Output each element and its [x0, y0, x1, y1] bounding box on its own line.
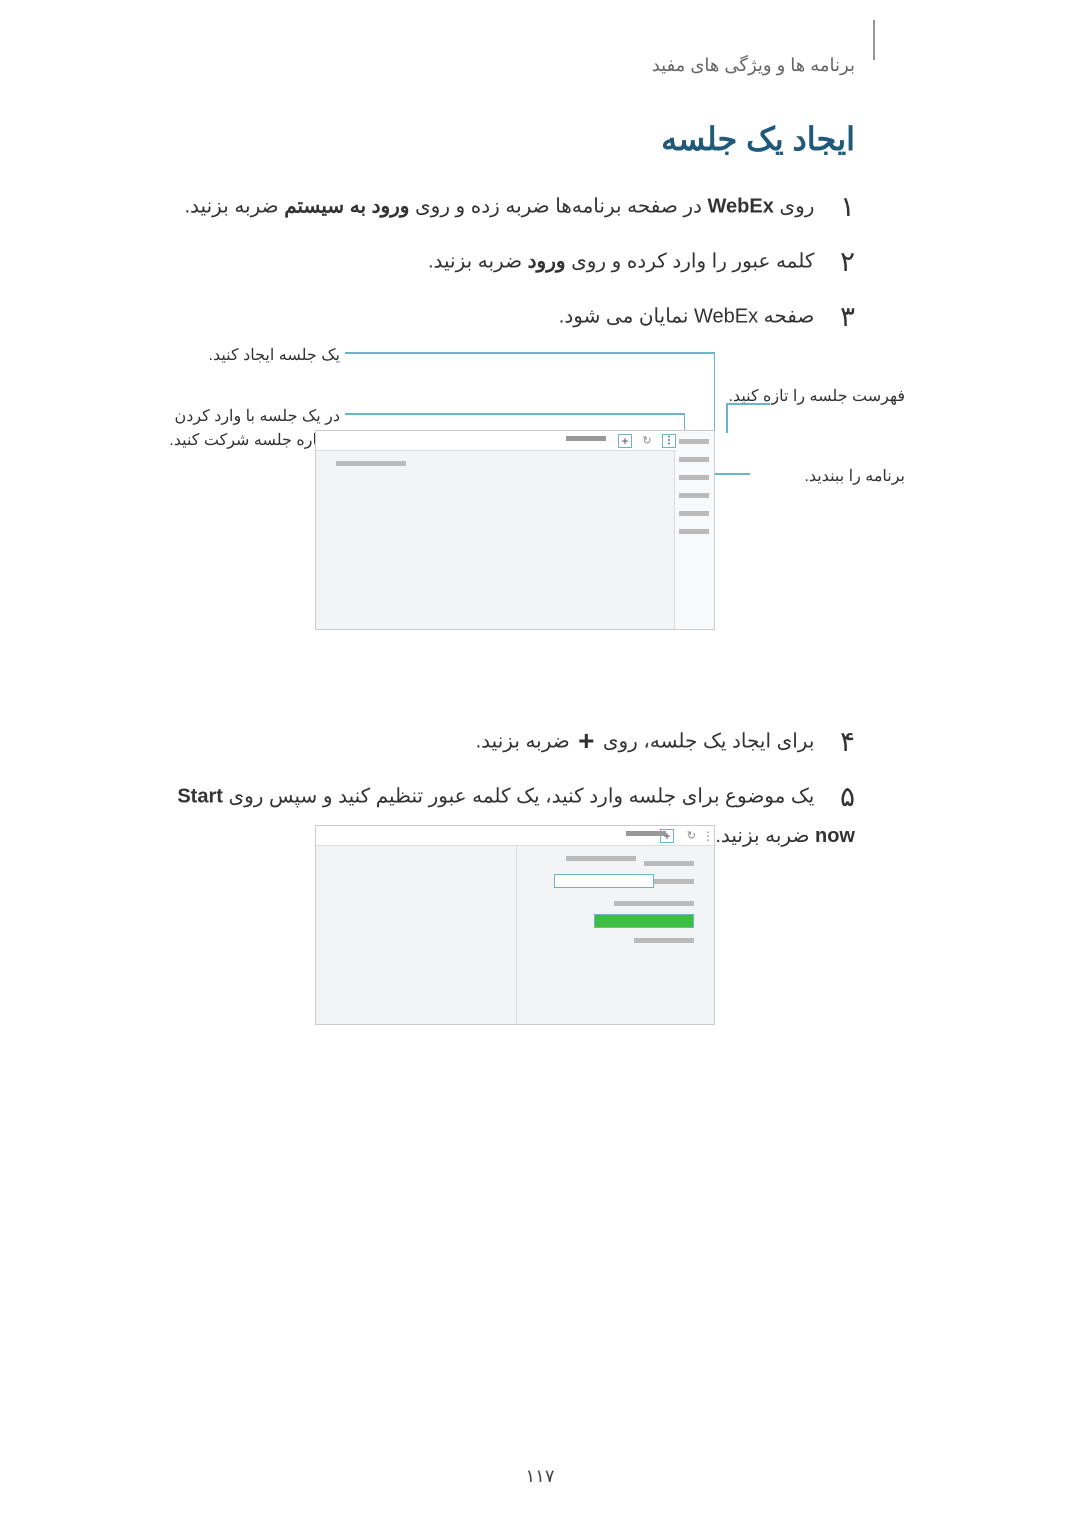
step-text: ضربه بزنید.	[428, 251, 528, 273]
start-now-button[interactable]	[594, 914, 694, 928]
plus-icon-inline: +	[575, 731, 597, 753]
step-text: صفحه WebEx نمایان می شود.	[559, 306, 815, 328]
step-text: ضربه بزنید.	[476, 731, 576, 753]
callout-line	[726, 403, 770, 405]
step-text: یک موضوع برای جلسه وارد کنید، یک کلمه عب…	[223, 786, 814, 808]
step-text: ضربه بزنید.	[185, 196, 285, 218]
callout-refresh: فهرست جلسه را تازه کنید.	[725, 385, 905, 409]
step-3: ۳ صفحه WebEx نمایان می شود.	[140, 295, 855, 340]
refresh-icon[interactable]: ↻	[682, 829, 696, 843]
step-text: ضربه بزنید.	[715, 825, 815, 847]
schedule-later-link[interactable]	[634, 938, 694, 943]
callout-line	[345, 352, 715, 354]
page-header: برنامه ها و ویژگی های مفید	[652, 55, 855, 76]
callout-line	[726, 403, 728, 433]
step-4: ۴ برای ایجاد یک جلسه، روی + ضربه بزنید.	[140, 720, 855, 765]
webex-screenshot-1: ⋮ ↻ +	[315, 430, 715, 630]
close-icon[interactable]: ⋮	[662, 434, 676, 448]
refresh-icon[interactable]: ↻	[640, 434, 654, 448]
step-text: روی	[774, 196, 815, 218]
my-meetings-label	[626, 831, 666, 836]
step-number: ۱	[840, 191, 855, 222]
step-1: ۱ روی WebEx در صفحه برنامه‌ها ضربه زده و…	[140, 185, 855, 230]
no-meetings-text	[336, 461, 406, 466]
password-label	[654, 879, 694, 884]
step-number: ۲	[840, 246, 855, 277]
schedule-panel	[336, 856, 694, 943]
value-text	[614, 901, 644, 906]
sidebar	[674, 431, 714, 629]
menu-icon[interactable]: ⋮	[704, 829, 714, 843]
step-text: در صفحه برنامه‌ها ضربه زده و روی	[409, 196, 707, 218]
callout-close: برنامه را ببندید.	[755, 465, 905, 489]
callout-line	[714, 352, 716, 432]
step-text: برای ایجاد یک جلسه، روی	[597, 731, 814, 753]
page-number: ۱۱۷	[0, 1466, 1080, 1487]
page-border-marker	[873, 20, 875, 60]
step-bold: ورود	[528, 251, 566, 273]
callout-create: یک جلسه ایجاد کنید.	[160, 344, 340, 368]
callout-join: در یک جلسه با وارد کردن شماره جلسه شرکت …	[140, 405, 340, 453]
schedule-meeting-label	[644, 861, 694, 866]
sidebar-item	[674, 435, 714, 449]
step-number: ۳	[840, 301, 855, 332]
step-2: ۲ کلمه عبور را وارد کرده و روی ورود ضربه…	[140, 240, 855, 285]
step-bold: ورود به سیستم	[284, 196, 409, 218]
callout-line	[345, 413, 685, 415]
topbar: ⋮ ↻ +	[316, 431, 676, 451]
sidebar-item	[674, 471, 714, 485]
password-input[interactable]	[554, 874, 654, 888]
webex-screenshot-2: ⋮ ↻ +	[315, 825, 715, 1025]
step-number: ۵	[840, 781, 855, 812]
step-text: کلمه عبور را وارد کرده و روی	[566, 251, 815, 273]
topbar: ⋮ ↻ +	[316, 826, 714, 846]
sidebar-item	[674, 507, 714, 521]
my-meetings-label	[566, 436, 606, 441]
sidebar-item	[674, 489, 714, 503]
meeting-pw-label	[644, 901, 694, 906]
section-title: ایجاد یک جلسه	[661, 120, 855, 158]
sidebar-item	[674, 453, 714, 467]
sidebar-item	[674, 525, 714, 539]
step-number: ۴	[840, 726, 855, 757]
step-bold: WebEx	[708, 196, 774, 218]
plus-icon[interactable]: +	[618, 434, 632, 448]
